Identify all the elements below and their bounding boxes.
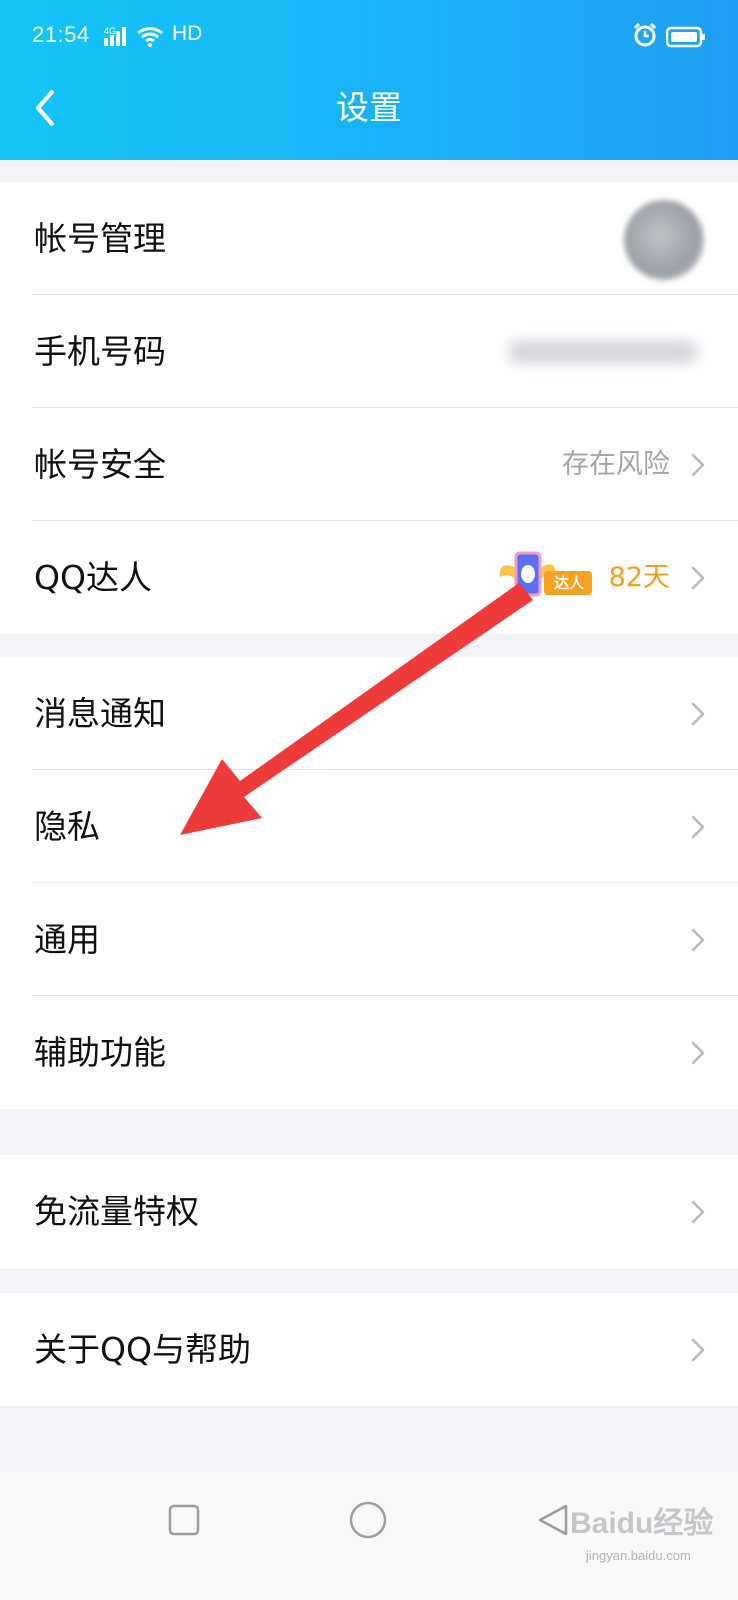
data-plan-group: 免流量特权 bbox=[0, 1155, 738, 1268]
row-label: 帐号安全 bbox=[34, 445, 166, 484]
notifications-row[interactable]: 消息通知 bbox=[0, 657, 738, 770]
status-time: 21:54 bbox=[32, 22, 90, 47]
battery-icon bbox=[665, 26, 706, 52]
chevron-right-icon bbox=[691, 1041, 705, 1065]
page-title: 设置 bbox=[336, 88, 402, 127]
chevron-right-icon bbox=[691, 566, 705, 590]
phone-number-row[interactable]: 手机号码 bbox=[0, 295, 738, 408]
row-label: 辅助功能 bbox=[34, 1033, 166, 1072]
account-security-row[interactable]: 帐号安全 存在风险 bbox=[0, 408, 738, 521]
title-bar: 21:54 4G HD 设置 bbox=[0, 0, 738, 160]
alarm-icon bbox=[632, 22, 658, 52]
account-settings-group: 帐号管理 手机号码 帐号安全 存在风险 QQ达人 达人 82天 bbox=[0, 182, 738, 634]
signal-icon: 4G bbox=[104, 26, 168, 52]
general-settings-group: 消息通知 隐私 通用 辅助功能 bbox=[0, 657, 738, 1109]
free-data-row[interactable]: 免流量特权 bbox=[0, 1155, 738, 1268]
watermark-logo: Baidu经验 bbox=[570, 1507, 714, 1540]
account-management-row[interactable]: 帐号管理 bbox=[0, 182, 738, 295]
privacy-row[interactable]: 隐私 bbox=[0, 770, 738, 883]
avatar bbox=[624, 200, 704, 280]
row-label: 消息通知 bbox=[34, 694, 166, 733]
badge-label: 达人 bbox=[553, 574, 584, 592]
about-group: 关于QQ与帮助 bbox=[0, 1293, 738, 1406]
baidu-watermark: Baidu经验 jingyan.baidu.com bbox=[520, 1488, 730, 1568]
recent-apps-button[interactable] bbox=[168, 1504, 200, 1536]
chevron-right-icon bbox=[691, 453, 705, 477]
home-button[interactable] bbox=[348, 1500, 388, 1540]
wifi-icon bbox=[137, 27, 163, 47]
qq-expert-row[interactable]: QQ达人 达人 82天 bbox=[0, 521, 738, 634]
row-label: 手机号码 bbox=[34, 332, 166, 371]
hd-indicator: HD bbox=[172, 22, 203, 45]
chevron-right-icon bbox=[691, 1200, 705, 1224]
active-days: 82天 bbox=[608, 562, 670, 593]
chevron-right-icon bbox=[691, 702, 705, 726]
chevron-right-icon bbox=[691, 928, 705, 952]
row-label: 免流量特权 bbox=[34, 1192, 199, 1231]
row-label: 帐号管理 bbox=[34, 219, 166, 258]
row-label: 隐私 bbox=[34, 807, 100, 846]
accessibility-row[interactable]: 辅助功能 bbox=[0, 996, 738, 1109]
general-row[interactable]: 通用 bbox=[0, 883, 738, 996]
blurred-phone-number bbox=[508, 340, 698, 364]
about-help-row[interactable]: 关于QQ与帮助 bbox=[0, 1293, 738, 1406]
chevron-right-icon bbox=[691, 815, 705, 839]
watermark-url: jingyan.baidu.com bbox=[586, 1548, 691, 1563]
network-type: 4G bbox=[104, 26, 116, 36]
status-bar: 21:54 4G HD bbox=[0, 0, 738, 74]
row-label: QQ达人 bbox=[34, 558, 152, 597]
row-label: 通用 bbox=[34, 920, 100, 959]
security-status: 存在风险 bbox=[562, 449, 670, 480]
chevron-right-icon bbox=[691, 1338, 705, 1362]
expert-badge: 达人 bbox=[498, 547, 596, 611]
row-label: 关于QQ与帮助 bbox=[34, 1330, 251, 1369]
